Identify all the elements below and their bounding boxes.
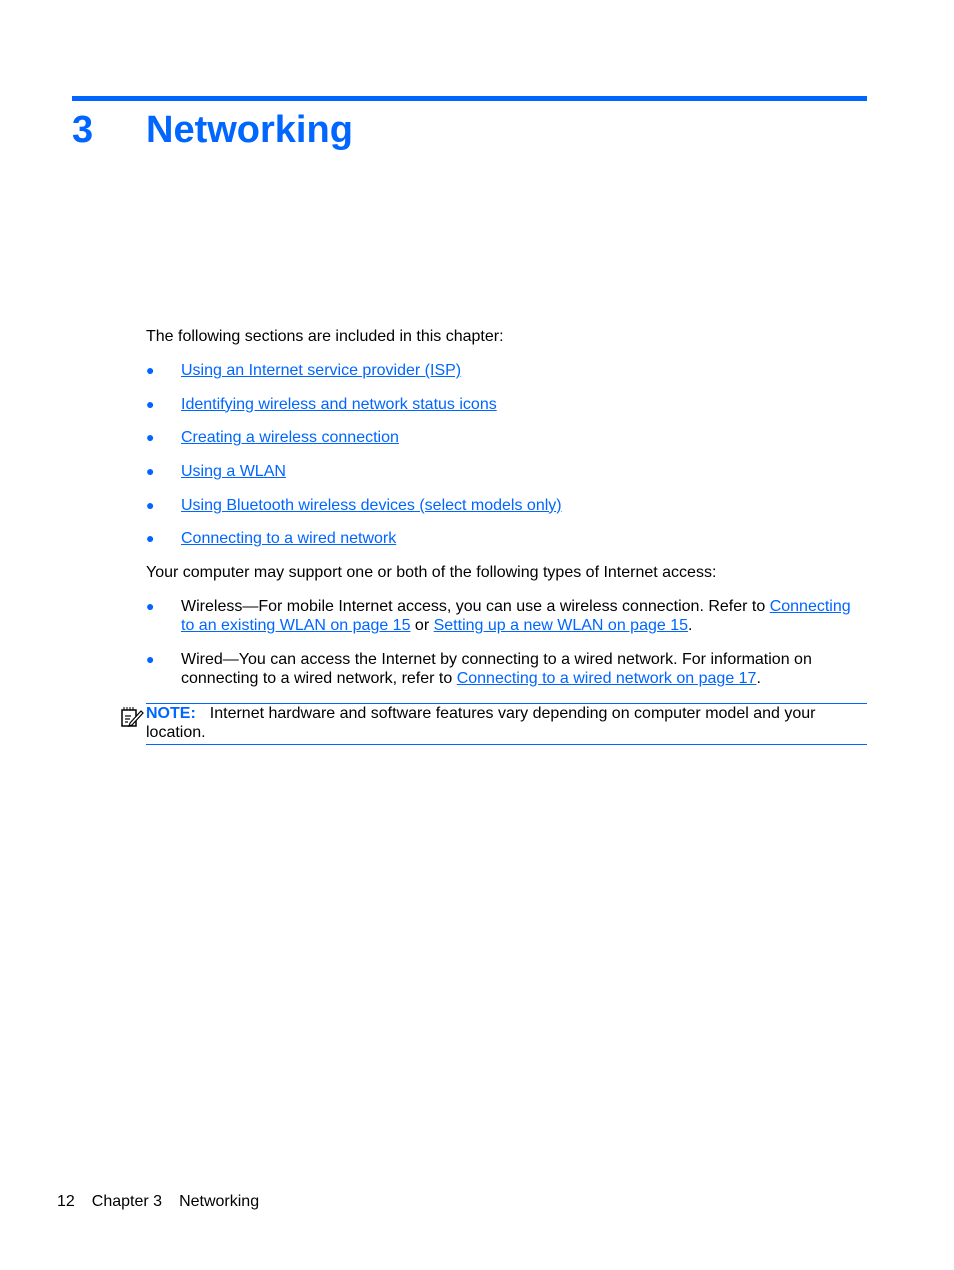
page-footer: 12 Chapter 3 Networking (57, 1192, 276, 1211)
section-list: ● Using an Internet service provider (ISP… (146, 361, 562, 563)
list-item: ● Using an Internet service provider (ISP… (146, 361, 562, 395)
toc-link-bluetooth[interactable]: Using Bluetooth wireless devices (select… (181, 497, 562, 514)
bullet-icon: ● (146, 530, 155, 547)
list-item-wireless: ● Wireless—For mobile Internet access, yo… (146, 597, 866, 635)
list-item: ● Using a WLAN (146, 462, 562, 496)
bullet-icon: ● (146, 429, 155, 446)
note-text: Internet hardware and software features … (146, 705, 816, 741)
note-box: NOTE: Internet hardware and software feat… (146, 703, 867, 745)
link-new-wlan[interactable]: Setting up a new WLAN on page 15 (434, 617, 688, 634)
toc-link-status-icons[interactable]: Identifying wireless and network status … (181, 396, 497, 413)
bullet-icon: ● (146, 598, 155, 614)
footer-title: Networking (179, 1193, 260, 1210)
access-types-intro: Your computer may support one or both of… (146, 564, 717, 581)
bullet-icon: ● (146, 496, 155, 513)
list-item: ● Using Bluetooth wireless devices (selec… (146, 496, 562, 530)
wireless-text-or: or (410, 617, 434, 634)
bullet-icon: ● (146, 362, 155, 378)
chapter-number: 3 (72, 109, 94, 151)
link-wired-network[interactable]: Connecting to a wired network on page 17 (457, 670, 757, 687)
intro-text: The following sections are included in t… (146, 328, 504, 345)
bullet-icon: ● (146, 395, 155, 412)
toc-link-isp[interactable]: Using an Internet service provider (ISP) (181, 362, 461, 379)
bullet-icon: ● (146, 463, 155, 480)
toc-link-wireless-connection[interactable]: Creating a wireless connection (181, 429, 399, 446)
note-pencil-icon (121, 707, 144, 727)
note-label: NOTE: (146, 705, 196, 722)
wireless-text: Wireless—For mobile Internet access, you… (181, 598, 770, 615)
chapter-title: Networking (146, 109, 353, 151)
footer-chapter: Chapter 3 (91, 1193, 163, 1210)
list-item-wired: ● Wired—You can access the Internet by co… (146, 650, 866, 688)
chapter-rule (72, 96, 867, 101)
list-item: ● Connecting to a wired network (146, 529, 562, 563)
list-item: ● Creating a wireless connection (146, 428, 562, 462)
list-item: ● Identifying wireless and network status… (146, 395, 562, 429)
wireless-text-end: . (688, 617, 693, 634)
toc-link-wired[interactable]: Connecting to a wired network (181, 530, 396, 547)
toc-link-wlan[interactable]: Using a WLAN (181, 463, 286, 480)
wired-text-end: . (756, 670, 761, 687)
access-list: ● Wireless—For mobile Internet access, yo… (146, 597, 866, 703)
page-number: 12 (57, 1193, 75, 1210)
bullet-icon: ● (146, 651, 155, 667)
